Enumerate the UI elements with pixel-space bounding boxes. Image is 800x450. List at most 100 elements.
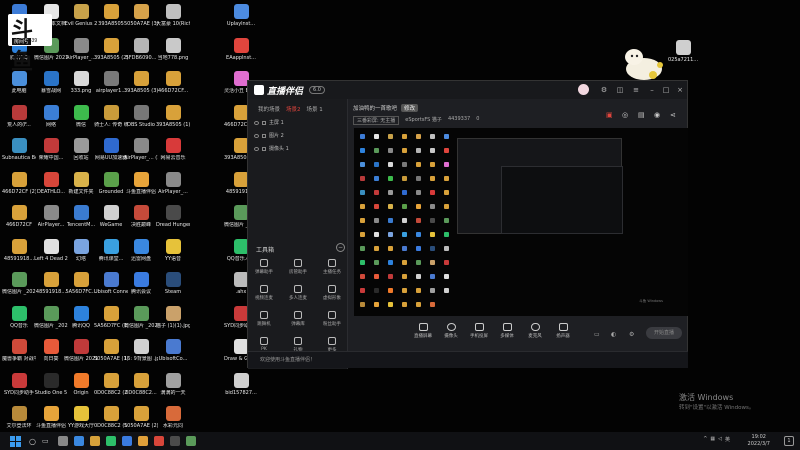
minimize-icon[interactable]: –: [648, 86, 656, 94]
tab-scene-my[interactable]: 我的场景: [258, 105, 280, 113]
network-icon[interactable]: ▦: [710, 436, 715, 443]
desktop-icon[interactable]: 393A8505 (1).gif: [156, 103, 190, 139]
language-indicator[interactable]: 英: [725, 436, 730, 443]
desktop-icon[interactable]: 16: 9背景图 .jpg: [124, 337, 158, 373]
desktop-icon[interactable]: Steam: [158, 270, 188, 306]
volume-icon[interactable]: ◁: [718, 436, 722, 443]
desktop-icon[interactable]: airplayer1...: [96, 69, 126, 105]
desktop-icon[interactable]: 网易云音乐: [158, 136, 188, 172]
start-live-button[interactable]: 开始直播: [646, 327, 682, 339]
app-version-tag[interactable]: 6.0: [309, 86, 325, 94]
toolbox-collapse-icon[interactable]: −: [336, 243, 345, 252]
desktop-icon[interactable]: Evil Genius 2: [65, 2, 97, 38]
close-icon[interactable]: ×: [676, 86, 684, 94]
desktop-icon[interactable]: 滴滴的一天: [158, 371, 188, 407]
desktop-icon[interactable]: QQ音乐: [4, 304, 34, 340]
desktop-icon[interactable]: EAapplnst...: [226, 36, 256, 72]
desktop-icon[interactable]: 0D0C88C2...: [125, 371, 157, 407]
desktop-icon[interactable]: 微信图片 _20211...: [124, 304, 158, 340]
desktop-icon[interactable]: 新建文件夹: [66, 170, 96, 206]
notification-icon[interactable]: ◉: [654, 111, 660, 119]
desktop-icon[interactable]: 网易UU加速器: [95, 136, 127, 172]
tool-item[interactable]: 多人连麦: [286, 285, 310, 305]
add-screen-button[interactable]: 直播屏幕: [412, 323, 434, 339]
desktop-icon[interactable]: 微信图片 2021...: [64, 337, 98, 373]
category-select[interactable]: 三番彩屏: 无主播: [353, 116, 400, 125]
desktop-icon[interactable]: 5A56D7FC...: [65, 270, 97, 306]
stream-preview[interactable]: 斗鱼 Windows: [354, 128, 688, 316]
menu-icon[interactable]: ≡: [632, 86, 640, 94]
phone-cast-button[interactable]: 手机投屏: [468, 323, 490, 339]
tool-item[interactable]: 虚拟形象: [320, 285, 344, 305]
microphone-button[interactable]: 麦克风: [524, 323, 546, 339]
desktop-icon[interactable]: 回收站: [66, 136, 96, 172]
desktop-icon[interactable]: OBS Studio: [126, 103, 156, 139]
tool-item[interactable]: 视频连麦: [252, 285, 276, 305]
desktop-icon[interactable]: Grounded: [96, 170, 126, 206]
speaker-button[interactable]: 扬声器: [552, 323, 574, 339]
taskbar-app-icon[interactable]: [137, 436, 148, 446]
share-icon[interactable]: ⋖: [670, 111, 676, 119]
desktop-icon[interactable]: 魔兽争霸 对战平台: [2, 337, 36, 373]
eye-icon[interactable]: [254, 133, 259, 138]
layout-icon[interactable]: ◐: [611, 331, 616, 338]
desktop-icon[interactable]: Subnautica Below Zero: [2, 136, 36, 172]
taskbar-app-icon[interactable]: [73, 436, 84, 446]
lock-icon[interactable]: [262, 146, 266, 151]
desktop-icon[interactable]: WeGame: [96, 203, 126, 239]
skin-icon[interactable]: ◫: [616, 86, 624, 94]
maximize-icon[interactable]: □: [662, 86, 670, 94]
eye-icon[interactable]: [254, 120, 259, 125]
multimedia-button[interactable]: 多媒体: [496, 323, 518, 339]
taskbar-app-icon[interactable]: [185, 436, 196, 446]
desktop-icon[interactable]: Ubisoft Connect: [94, 270, 128, 306]
taskbar-app-icon[interactable]: [105, 436, 116, 446]
desktop-icon[interactable]: Left 4 Dead 2: [34, 237, 68, 273]
desktop-icon-right[interactable]: 025a7211...: [668, 38, 698, 74]
desktop-icon[interactable]: 荣耀中国...: [36, 136, 66, 172]
desktop-icon[interactable]: 猫子 (1)(1).jpg: [156, 304, 190, 340]
desktop-icon[interactable]: DEATHLO...: [36, 170, 66, 206]
desktop-icon[interactable]: 5A56D7FC (1).gif: [94, 304, 128, 340]
desktop-icon[interactable]: 斗鱼直播伴侣: [126, 170, 156, 206]
tab-scene-1[interactable]: 场景 1: [307, 105, 323, 113]
lock-icon[interactable]: [262, 133, 266, 138]
desktop-icon[interactable]: 微信: [66, 103, 96, 139]
edit-title-button[interactable]: 修改: [401, 104, 419, 112]
taskbar-app-icon[interactable]: [169, 436, 180, 446]
tool-item[interactable]: 弹幕库: [286, 311, 310, 331]
desktop-icon[interactable]: AirPlayer...: [36, 203, 66, 239]
desktop-icon[interactable]: 5050A7AE (3).png: [124, 2, 158, 38]
tool-item[interactable]: 粉丝助手: [320, 311, 344, 331]
lock-icon[interactable]: [262, 120, 266, 125]
desktop-icon[interactable]: 大富豪 10(Richm...: [156, 2, 190, 38]
desktop-icon[interactable]: 微信图片 _2021041...: [2, 270, 36, 306]
source-item[interactable]: 主屏 1: [248, 116, 347, 129]
clock[interactable]: 19:02 2022/3/7: [748, 434, 770, 448]
tab-scene-2[interactable]: 场景2: [286, 105, 301, 113]
source-item[interactable]: 摄像头 1: [248, 142, 347, 155]
desktop-icon[interactable]: 5FDB6090...: [126, 36, 156, 72]
desktop-icon[interactable]: 48591918...: [4, 237, 34, 273]
desktop-icon[interactable]: 骑士人: 传奇 统1: [94, 103, 128, 139]
settings-icon[interactable]: ⚙: [600, 86, 608, 94]
desktop-icon[interactable]: Uplaylnst...: [226, 2, 256, 38]
desktop-icon[interactable]: 微信图片 _2021041...: [34, 304, 68, 340]
desktop-icon[interactable]: 0D0C88C2 (2).gif: [94, 371, 128, 407]
desktop-icon[interactable]: 466D72CF (2).gif: [2, 170, 36, 206]
desktop-icon[interactable]: 向日葵: [36, 337, 66, 373]
desktop-icon[interactable]: 网络: [36, 103, 66, 139]
desktop-icon[interactable]: 48591918...: [36, 270, 66, 306]
desktop-icon[interactable]: Dread Hunger: [156, 203, 190, 239]
desktop-icon[interactable]: 当地778.png: [158, 36, 188, 72]
tool-item[interactable]: 主播任务: [320, 259, 344, 279]
search-icon[interactable]: ○: [29, 437, 36, 446]
tool-item[interactable]: 房管助手: [286, 259, 310, 279]
source-item[interactable]: 图片 2: [248, 129, 347, 142]
tray-up-icon[interactable]: ^: [703, 436, 707, 443]
desktop-icon[interactable]: UbisoftCo...: [158, 337, 188, 373]
desktop-icon[interactable]: 466D72CF...: [158, 69, 188, 105]
desktop-icon[interactable]: 腾讯课堂...: [96, 237, 126, 273]
desktop-icon[interactable]: Studio One 5: [35, 371, 67, 407]
tool-item[interactable]: 跳舞机: [252, 311, 276, 331]
